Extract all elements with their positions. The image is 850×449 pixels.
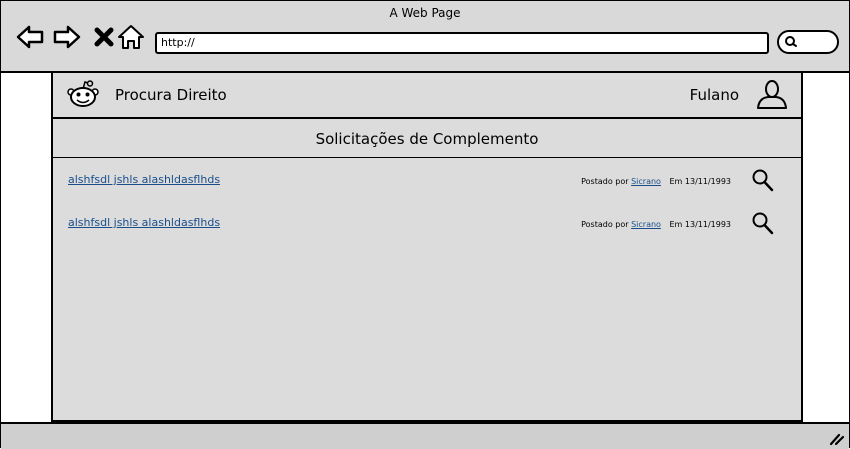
- browser-titlebar: A Web Page http://: [1, 1, 849, 73]
- posted-by-label: Postado por: [581, 220, 629, 229]
- post-date: Em 13/11/1993: [669, 220, 732, 229]
- author-link[interactable]: Sicrano: [631, 177, 661, 186]
- browser-search-field[interactable]: [777, 30, 839, 54]
- window-title: A Web Page: [389, 6, 461, 20]
- home-icon[interactable]: [116, 22, 146, 52]
- post-date: Em 13/11/1993: [669, 177, 732, 186]
- list-item: alshfsdl jshls alashldasflhds Postado po…: [53, 212, 801, 242]
- address-bar[interactable]: http://: [155, 32, 769, 54]
- request-title-link[interactable]: alshfsdl jshls alashldasflhds: [68, 216, 220, 229]
- list-item: alshfsdl jshls alashldasflhds Postado po…: [53, 169, 801, 199]
- browser-window: A Web Page http:// Procura Direito Fulan…: [0, 0, 850, 449]
- resize-grip-icon[interactable]: [829, 432, 845, 446]
- user-name[interactable]: Fulano: [690, 86, 739, 104]
- app-header: Procura Direito Fulano: [53, 73, 801, 119]
- close-x-icon[interactable]: [89, 22, 119, 52]
- posted-by-label: Postado por: [581, 177, 629, 186]
- section-title: Solicitações de Complemento: [53, 119, 801, 158]
- post-meta: Postado por Sicrano Em 13/11/1993: [581, 177, 731, 186]
- post-meta: Postado por Sicrano Em 13/11/1993: [581, 220, 731, 229]
- magnifier-icon[interactable]: [751, 211, 775, 237]
- user-icon[interactable]: [755, 79, 789, 109]
- search-icon: [785, 36, 797, 47]
- brand-name[interactable]: Procura Direito: [115, 86, 227, 104]
- back-arrow-icon[interactable]: [15, 22, 45, 52]
- magnifier-icon[interactable]: [751, 168, 775, 194]
- status-bar: [1, 422, 849, 449]
- robot-logo-icon[interactable]: [67, 80, 99, 110]
- forward-arrow-icon[interactable]: [52, 22, 82, 52]
- page-content: Procura Direito Fulano Solicitações de C…: [51, 73, 803, 422]
- request-title-link[interactable]: alshfsdl jshls alashldasflhds: [68, 173, 220, 186]
- author-link[interactable]: Sicrano: [631, 220, 661, 229]
